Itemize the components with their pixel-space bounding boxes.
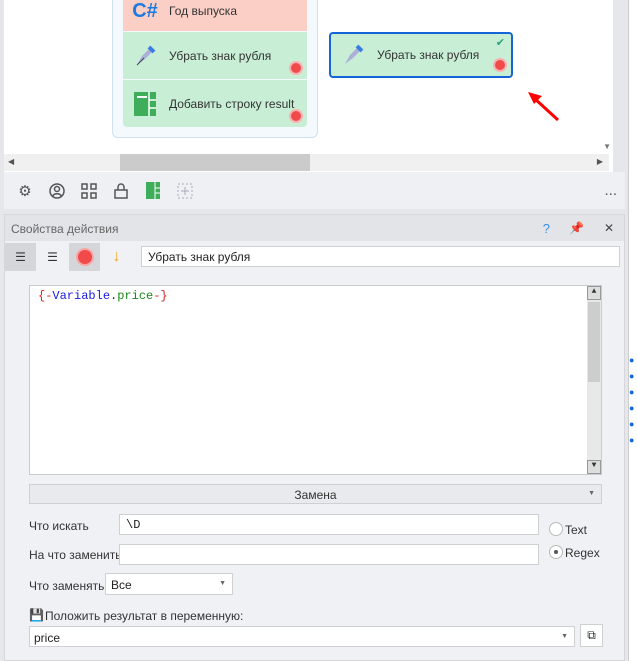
breakpoint-icon	[291, 63, 301, 73]
panel-header: Свойства действия ? 📌 ✕	[5, 215, 624, 241]
input-text-editor[interactable]: {-Variable.price-} ▲ ▼	[29, 285, 602, 475]
result-variable-dropdown[interactable]: price ▼	[29, 626, 575, 647]
canvas-toolbar: ⚙ ...	[4, 172, 625, 209]
node-csharp[interactable]: C# Год выпуска	[123, 0, 307, 31]
selected-node[interactable]: Убрать знак рубля ✔	[329, 32, 513, 78]
result-label: Положить результат в переменную:	[45, 609, 244, 623]
table-icon[interactable]	[144, 182, 162, 200]
gear-icon[interactable]: ⚙	[16, 182, 34, 200]
grid-icon[interactable]	[80, 182, 98, 200]
pen-icon	[131, 42, 159, 70]
settings-tab[interactable]: ☰	[5, 243, 36, 271]
user-icon[interactable]	[48, 182, 66, 200]
csharp-icon: C#	[132, 0, 158, 22]
red-arrow-annotation	[528, 92, 560, 122]
action-group: C# Год выпуска Убрать знак рубля Добавит…	[112, 0, 318, 138]
copy-button[interactable]: ⧉	[580, 624, 603, 647]
replace-label: На что заменить	[29, 548, 122, 562]
scroll-down-icon[interactable]: ▼	[603, 142, 611, 151]
node-label: Убрать знак рубля	[377, 48, 480, 62]
radio-text[interactable]	[549, 522, 563, 536]
action-name-input[interactable]	[141, 246, 620, 267]
side-list-markers: ● ● ● ● ● ●	[629, 355, 635, 445]
more-button[interactable]: ...	[604, 182, 617, 200]
replace-input[interactable]	[119, 544, 539, 565]
panel-title: Свойства действия	[11, 222, 119, 236]
find-input[interactable]	[119, 514, 539, 535]
help-button[interactable]: ?	[543, 221, 550, 236]
lock-icon[interactable]	[112, 182, 130, 200]
notes-tab[interactable]: ☰	[37, 243, 68, 271]
editor-scrollbar[interactable]: ▲ ▼	[587, 286, 601, 474]
scroll-thumb[interactable]	[588, 302, 600, 382]
scroll-right-icon[interactable]: ▶	[597, 157, 603, 166]
radio-regex-label: Regex	[565, 546, 600, 560]
node-remove-ruble[interactable]: Убрать знак рубля	[123, 32, 307, 79]
find-label: Что искать	[29, 519, 89, 533]
chevron-down-icon: ▼	[561, 633, 568, 640]
pin-icon[interactable]: 📌	[569, 221, 584, 235]
check-icon: ✔	[495, 37, 505, 49]
radio-text-label: Text	[565, 523, 588, 537]
table-icon	[131, 90, 159, 118]
action-properties-panel: Свойства действия ? 📌 ✕ ☰ ☰ ↓ {-Variable…	[4, 214, 625, 661]
scroll-up-icon[interactable]: ▲	[587, 286, 601, 300]
arrow-down-icon[interactable]: ↓	[101, 243, 132, 271]
scroll-thumb[interactable]	[120, 154, 310, 171]
breakpoint-icon	[77, 250, 92, 264]
breakpoint-button[interactable]	[69, 243, 100, 271]
horizontal-scrollbar[interactable]: ◀ ▶	[4, 154, 609, 171]
workflow-canvas[interactable]: C# Год выпуска Убрать знак рубля Добавит…	[4, 0, 613, 172]
doc-settings-icon: ☰	[15, 250, 26, 264]
close-button[interactable]: ✕	[604, 221, 614, 235]
node-add-row[interactable]: Добавить строку result	[123, 80, 307, 127]
scroll-left-icon[interactable]: ◀	[8, 157, 14, 166]
scroll-down-icon[interactable]: ▼	[587, 460, 601, 474]
breakpoint-icon	[495, 60, 505, 70]
mode-dropdown[interactable]: Замена ▼	[29, 484, 602, 504]
breakpoint-icon	[291, 111, 301, 121]
doc-edit-icon: ☰	[47, 250, 58, 264]
node-label: Год выпуска	[169, 4, 237, 18]
node-label: Добавить строку result	[169, 96, 295, 111]
which-dropdown[interactable]: Все ▼	[105, 573, 233, 595]
add-icon[interactable]	[176, 182, 194, 200]
which-label: Что заменять	[29, 579, 105, 593]
chevron-down-icon: ▼	[588, 490, 595, 497]
pen-icon	[339, 41, 367, 69]
save-icon: 💾	[29, 608, 44, 622]
chevron-down-icon: ▼	[219, 580, 226, 587]
side-panel-edge: ● ● ● ● ● ●	[628, 0, 637, 661]
node-label: Убрать знак рубля	[169, 48, 272, 63]
radio-regex[interactable]	[549, 545, 563, 559]
copy-icon: ⧉	[587, 628, 596, 642]
